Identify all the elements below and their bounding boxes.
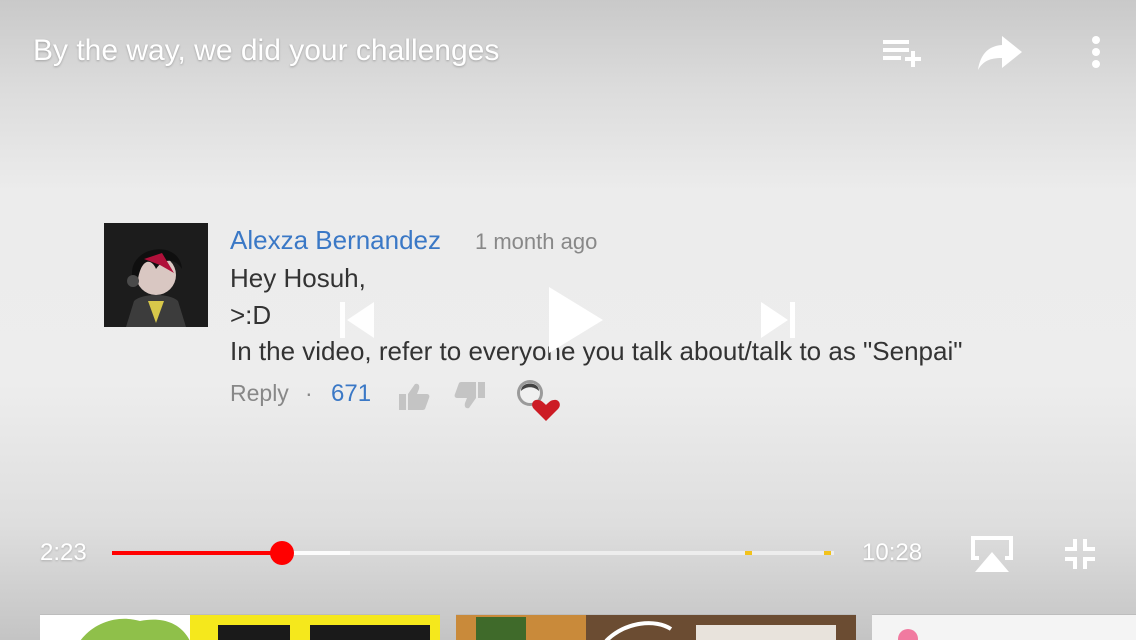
- play-icon[interactable]: [540, 284, 610, 356]
- playlist-add-icon[interactable]: [879, 28, 927, 76]
- fullscreen-exit-icon[interactable]: [1058, 532, 1102, 576]
- comment-like-count: 671: [331, 380, 372, 407]
- duration: 10:28: [862, 539, 923, 566]
- related-video-thumbnail[interactable]: [40, 614, 440, 640]
- more-vert-icon[interactable]: [1072, 28, 1120, 76]
- thumbs-up-icon: [396, 381, 432, 413]
- creator-heart-icon: [512, 377, 564, 423]
- comment-author: Alexza Bernandez: [230, 225, 442, 255]
- video-title: By the way, we did your challenges: [33, 34, 500, 67]
- played-progress: [112, 551, 283, 555]
- ad-marker: [824, 551, 832, 555]
- seek-bar[interactable]: [112, 541, 834, 565]
- airplay-icon[interactable]: [966, 532, 1018, 576]
- comment-reply-label: Reply: [230, 380, 289, 406]
- share-icon[interactable]: [976, 28, 1024, 76]
- video-player[interactable]: By the way, we did your challenges Alexz…: [0, 0, 1136, 640]
- ad-marker: [744, 551, 752, 555]
- skip-next-icon[interactable]: [757, 298, 801, 342]
- related-video-thumbnail[interactable]: [872, 614, 1136, 640]
- avatar: [104, 223, 208, 327]
- comment-time: 1 month ago: [475, 229, 598, 254]
- current-time: 2:23: [40, 539, 87, 566]
- related-video-thumbnail[interactable]: [456, 614, 856, 640]
- thumbs-down-icon: [452, 379, 488, 411]
- comment-text-line: >:D: [230, 300, 272, 330]
- seek-handle[interactable]: [270, 541, 295, 565]
- comment-separator: ·: [305, 380, 313, 406]
- skip-previous-icon[interactable]: [334, 298, 378, 342]
- comment-text-line: Hey Hosuh,: [230, 263, 366, 293]
